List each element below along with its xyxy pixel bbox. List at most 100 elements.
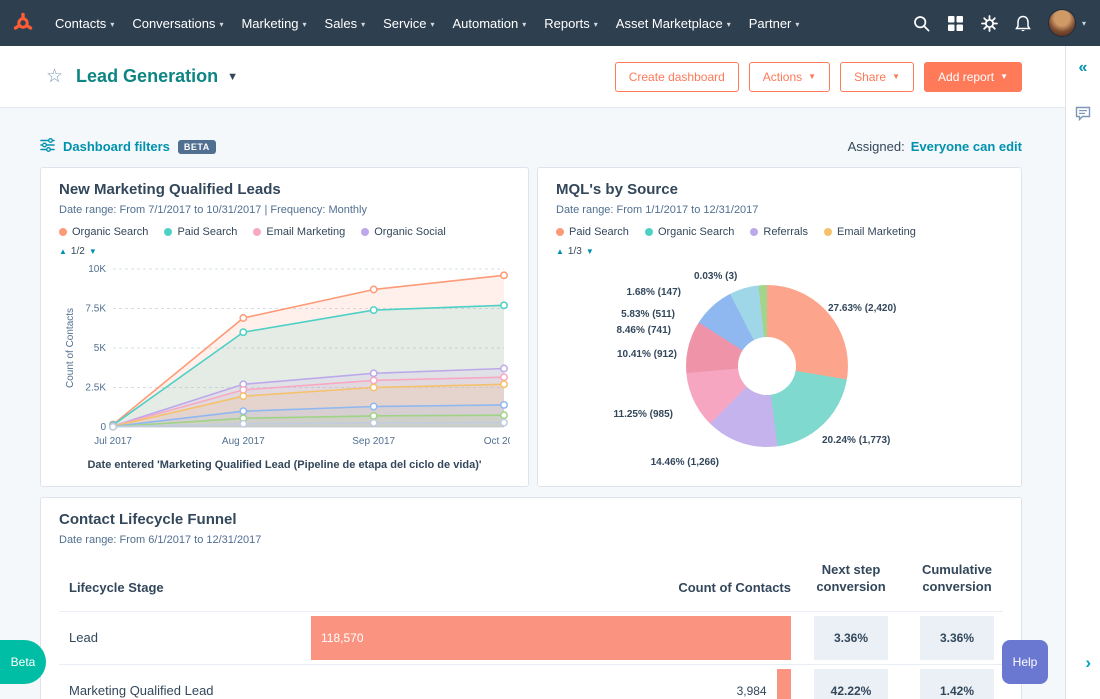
actions-button[interactable]: Actions ▼ [748, 61, 831, 92]
right-rail: « › [1065, 46, 1100, 699]
assigned-value-link[interactable]: Everyone can edit [911, 139, 1022, 154]
legend-label: Organic Search [657, 226, 735, 238]
svg-text:7.5K: 7.5K [85, 304, 106, 315]
chevron-down-icon: ▾ [430, 19, 435, 29]
settings-icon[interactable] [981, 14, 998, 32]
legend-item[interactable]: Organic Social [361, 226, 446, 238]
x-axis-caption: Date entered 'Marketing Qualified Lead (… [87, 459, 482, 471]
funnel-stage-label: Lead [69, 630, 98, 646]
legend-label: Paid Search [569, 226, 629, 238]
column-header-stage: Lifecycle Stage [69, 579, 164, 595]
chevron-down-icon: ▾ [795, 19, 800, 29]
header-buttons: Create dashboard Actions ▼ Share ▼ Add report… [614, 61, 1022, 92]
share-button[interactable]: Share ▼ [840, 61, 915, 92]
page-down-icon[interactable]: ▼ [586, 247, 594, 256]
nav-item-service[interactable]: Service ▾ [374, 16, 443, 31]
legend-item[interactable]: Email Marketing [253, 226, 345, 238]
page-up-icon[interactable]: ▲ [59, 247, 67, 256]
main-column: ☆ Lead Generation ▼ Create dashboard Acti… [0, 46, 1065, 699]
donut-chart[interactable] [686, 285, 848, 447]
chart-legend: Organic Search Paid Search Email Marketing… [59, 226, 510, 238]
dashboard-selector-caret-icon[interactable]: ▼ [227, 71, 238, 83]
pie-slice-label: 20.24% (1,773) [822, 435, 891, 446]
legend-item[interactable]: Paid Search [164, 226, 237, 238]
chevron-down-icon: ▼ [892, 72, 901, 81]
funnel-bar[interactable]: 118,570 [311, 615, 791, 660]
nav-item-label: Conversations [132, 15, 216, 31]
svg-text:Sep 2017: Sep 2017 [352, 436, 395, 447]
chevron-down-icon: ▾ [1081, 18, 1086, 28]
legend-pagination: ▲ 1/3 ▼ [556, 246, 1003, 257]
funnel-next-conversion: 3.36% [814, 615, 888, 660]
nav-item-asset-marketplace[interactable]: Asset Marketplace ▾ [607, 16, 740, 31]
nav-item-label: Sales [324, 15, 358, 31]
search-icon[interactable] [913, 15, 930, 32]
nav-item-automation[interactable]: Automation ▾ [443, 16, 535, 31]
legend-item[interactable]: Paid Search [556, 226, 629, 238]
pie-slice-label: 11.25% (985) [613, 409, 674, 420]
create-dashboard-button[interactable]: Create dashboard [614, 61, 739, 92]
nav-item-label: Automation [452, 15, 519, 31]
funnel-rows: Lead 118,570 3.36% 3.36% Marketing Qualified… [59, 610, 1003, 699]
chevron-down-icon: ▾ [219, 19, 224, 29]
hubspot-logo[interactable] [12, 12, 34, 34]
pie-slice-label: 5.83% (511) [621, 309, 675, 320]
collapse-panel-icon[interactable]: « [1079, 60, 1088, 76]
line-area-chart[interactable]: 0 2.5K 5K 7.5K 10K Jul 2017 Aug 2017 Sep 2017 Oc… [59, 257, 525, 449]
nav-item-contacts[interactable]: Contacts ▾ [46, 16, 123, 31]
add-report-button[interactable]: Add report ▼ [924, 61, 1022, 92]
marketplace-icon[interactable] [947, 15, 964, 32]
nav-right-icons: ▾ [913, 9, 1088, 37]
dashboard-filters-toggle[interactable]: Dashboard filters BETA [40, 138, 216, 155]
assigned-label: Assigned: [847, 139, 905, 154]
legend-label: Referrals [763, 226, 808, 238]
legend-label: Organic Social [374, 226, 446, 238]
beta-pill[interactable]: Beta [0, 640, 46, 684]
chevron-down-icon: ▼ [1000, 72, 1008, 81]
pie-slice-label: 8.46% (741) [616, 325, 671, 336]
button-label: Actions [762, 69, 803, 84]
legend-item[interactable]: Referrals [750, 226, 808, 238]
legend-item[interactable]: Email Marketing [824, 226, 916, 238]
notifications-icon[interactable] [1015, 15, 1031, 32]
report-date-range: Date range: From 6/1/2017 to 12/31/2017 [59, 534, 262, 547]
nav-item-conversations[interactable]: Conversations ▾ [123, 16, 232, 31]
user-avatar[interactable]: ▾ [1047, 9, 1086, 37]
svg-text:5K: 5K [94, 343, 107, 354]
next-page-chevron-icon[interactable]: › [1085, 653, 1091, 673]
nav-item-reports[interactable]: Reports ▾ [535, 16, 607, 31]
report-date-range: Date range: From 1/1/2017 to 12/31/2017 [556, 204, 759, 216]
nav-item-partner[interactable]: Partner ▾ [740, 16, 809, 31]
legend-item[interactable]: Organic Search [644, 226, 735, 238]
report-date-range: Date range: From 7/1/2017 to 10/31/2017 … [59, 204, 367, 216]
page-up-icon[interactable]: ▲ [556, 247, 564, 256]
legend-dot-icon [59, 228, 67, 236]
funnel-bar[interactable] [776, 668, 791, 699]
funnel-count: 3,984 [736, 683, 767, 698]
page-down-icon[interactable]: ▼ [89, 247, 97, 256]
pie-slice-label: 27.63% (2,420) [828, 303, 897, 314]
help-button[interactable]: Help [1002, 640, 1048, 684]
chevron-down-icon: ▾ [593, 19, 598, 29]
report-card-funnel: Contact Lifecycle Funnel Date range: Fro… [40, 497, 1022, 699]
filter-icon [40, 138, 55, 155]
report-cards-row: New Marketing Qualified Leads Date range… [40, 167, 1022, 488]
nav-item-marketing[interactable]: Marketing ▾ [232, 16, 315, 31]
dashboard-header: ☆ Lead Generation ▼ Create dashboard Acti… [0, 46, 1065, 108]
button-label: Share [854, 69, 887, 84]
legend-item[interactable]: Organic Search [59, 226, 148, 238]
report-title: MQL's by Source [556, 181, 678, 198]
nav-item-label: Reports [544, 15, 590, 31]
button-label: Add report [938, 69, 995, 84]
legend-label: Paid Search [177, 226, 238, 238]
feedback-comment-icon[interactable] [1075, 106, 1091, 126]
svg-text:2.5K: 2.5K [85, 383, 106, 394]
chart-legend: Paid Search Organic Search Referrals Email … [556, 226, 1003, 238]
dashboard-filters-label: Dashboard filters [63, 139, 170, 154]
pie-slice-label: 1.68% (147) [626, 287, 681, 298]
pie-slice-label: 0.03% (3) [694, 271, 738, 282]
nav-item-sales[interactable]: Sales ▾ [316, 16, 375, 31]
funnel-row: Lead 118,570 3.36% 3.36% [59, 610, 1003, 664]
page-title: Lead Generation [76, 66, 219, 86]
favorite-star-icon[interactable]: ☆ [46, 65, 63, 88]
